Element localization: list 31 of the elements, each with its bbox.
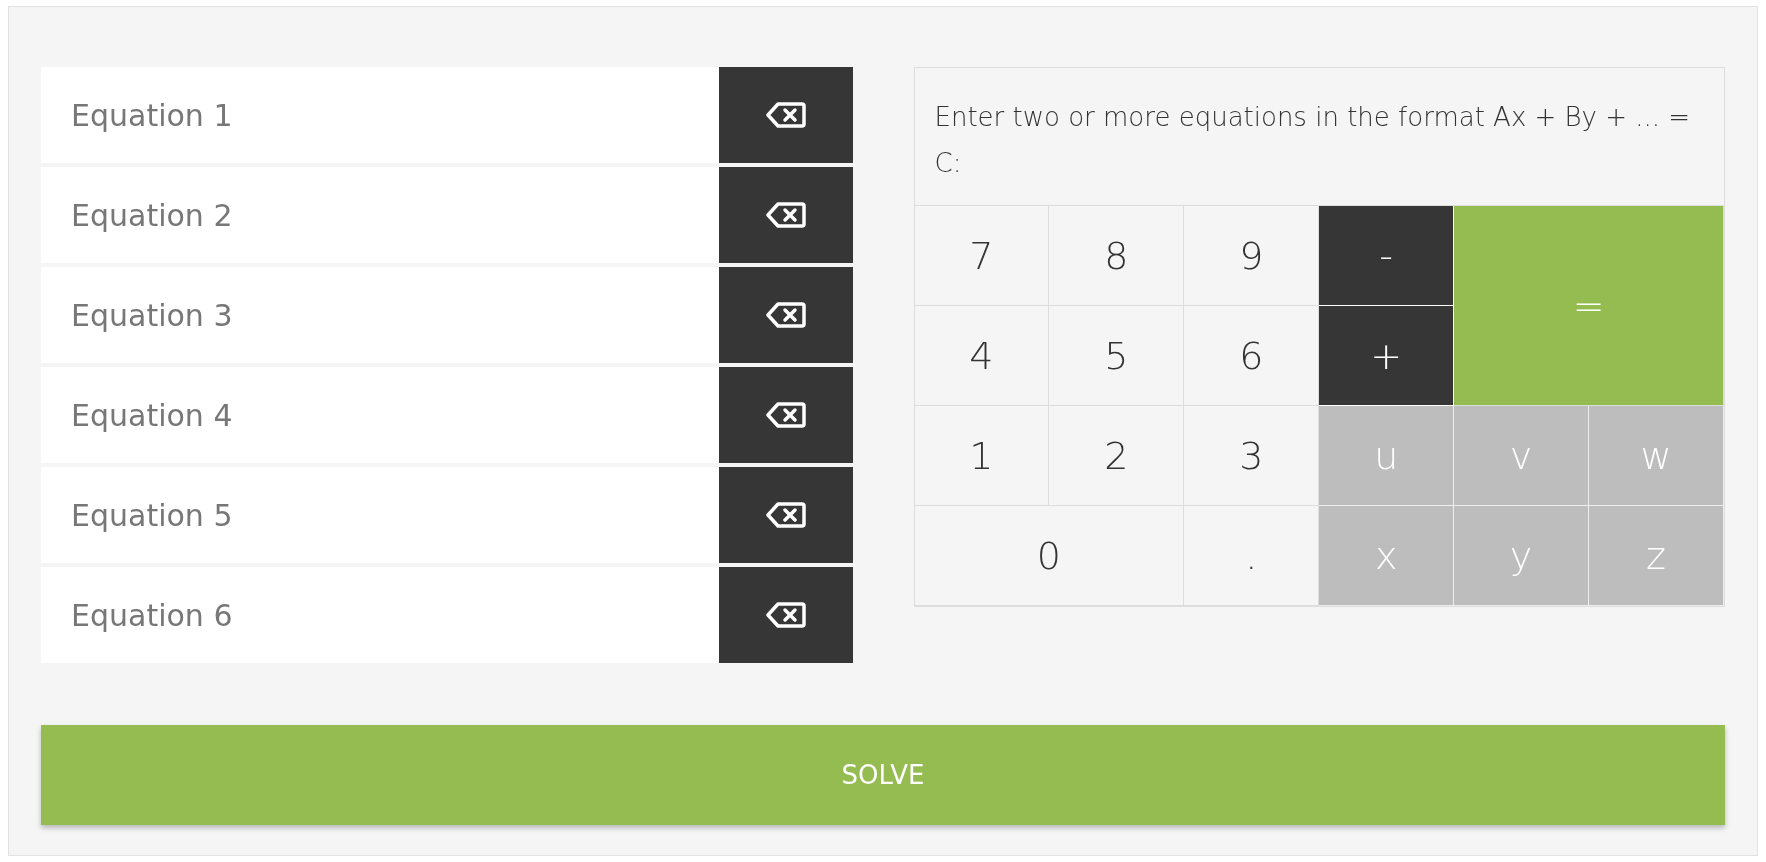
delete-button[interactable] xyxy=(718,467,853,563)
keypad-key[interactable]: 3 xyxy=(1184,406,1320,506)
backspace-icon xyxy=(765,301,806,329)
keypad-key[interactable]: . xyxy=(1184,506,1320,606)
delete-button[interactable] xyxy=(718,367,853,463)
equation-field[interactable]: Equation 2 xyxy=(41,167,719,263)
backspace-icon xyxy=(765,501,806,529)
backspace-icon xyxy=(765,401,806,429)
keypad-key[interactable]: 5 xyxy=(1049,306,1185,406)
delete-button[interactable] xyxy=(718,67,853,163)
equation-field[interactable]: Equation 5 xyxy=(41,467,719,563)
keypad-key[interactable]: + xyxy=(1319,306,1455,406)
backspace-icon xyxy=(765,601,806,629)
keypad-key[interactable]: - xyxy=(1319,206,1455,306)
keypad-key[interactable]: 7 xyxy=(914,206,1050,306)
delete-button[interactable] xyxy=(718,167,853,263)
keypad-key[interactable]: 6 xyxy=(1184,306,1320,406)
keypad-key[interactable]: 1 xyxy=(914,406,1050,506)
keypad-key[interactable]: 0 xyxy=(914,506,1185,606)
equation-field[interactable]: Equation 3 xyxy=(41,267,719,363)
keypad-key[interactable]: 9 xyxy=(1184,206,1320,306)
backspace-icon xyxy=(765,201,806,229)
delete-button[interactable] xyxy=(718,567,853,663)
keypad-key[interactable]: 2 xyxy=(1049,406,1185,506)
equation-field[interactable]: Equation 4 xyxy=(41,367,719,463)
equation-field[interactable]: Equation 1 xyxy=(41,67,719,163)
keypad-key[interactable]: 8 xyxy=(1049,206,1185,306)
delete-button[interactable] xyxy=(718,267,853,363)
backspace-icon xyxy=(765,101,806,129)
equation-field[interactable]: Equation 6 xyxy=(41,567,719,663)
keypad-key[interactable]: 4 xyxy=(914,306,1050,406)
